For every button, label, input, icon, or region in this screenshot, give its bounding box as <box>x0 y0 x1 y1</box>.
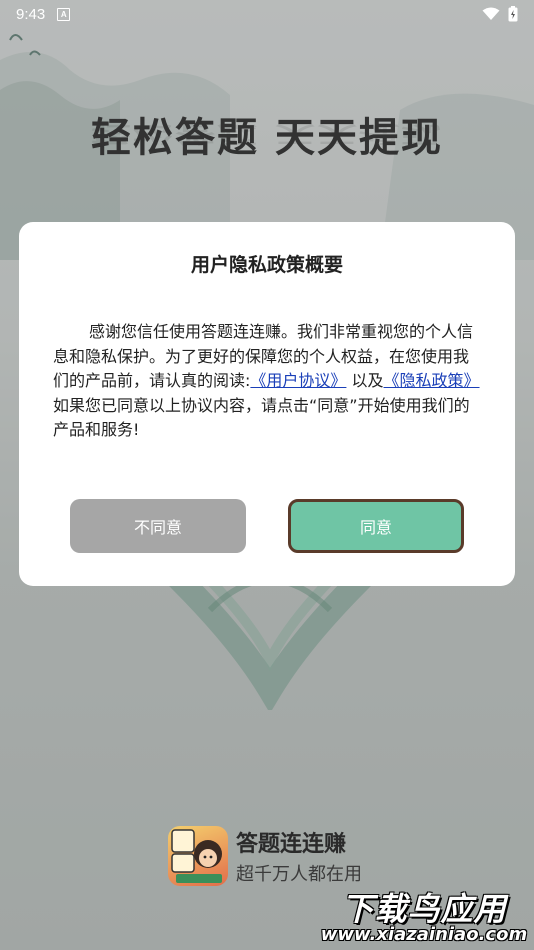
user-agreement-link[interactable]: 《用户协议》 <box>250 371 346 390</box>
notification-a-icon: A <box>57 7 71 21</box>
agree-button[interactable]: 同意 <box>288 499 464 553</box>
body-text-part3: 如果您已同意以上协议内容，请点击“同意”开始使用我们的产品和服务! <box>53 395 470 440</box>
disagree-button[interactable]: 不同意 <box>70 499 246 553</box>
app-branding: 答题连连赚 超千万人都在用 <box>168 826 362 886</box>
status-bar: 9:43 A <box>0 0 534 28</box>
privacy-policy-link[interactable]: 《隐私政策》 <box>384 371 480 390</box>
app-name: 答题连连赚 <box>236 832 347 857</box>
app-slogan: 超千万人都在用 <box>236 864 362 885</box>
status-icons <box>482 6 518 22</box>
dialog-body-text: 感谢您信任使用答题连连赚。我们非常重视您的个人信息和隐私保护。为了更好的保障您的… <box>53 320 483 443</box>
site-watermark: 下载鸟应用 www.xiazainiao.com <box>318 884 530 946</box>
body-text-part2: 以及 <box>346 371 384 390</box>
mascot-icon <box>171 829 222 883</box>
branding-text: 答题连连赚 超千万人都在用 <box>236 826 362 886</box>
battery-icon <box>508 6 518 22</box>
status-time: 9:43 <box>16 5 46 23</box>
dialog-title: 用户隐私政策概要 <box>190 254 343 276</box>
app-logo-icon <box>168 826 228 886</box>
privacy-policy-dialog: 用户隐私政策概要 感谢您信任使用答题连连赚。我们非常重视您的个人信息和隐私保护。… <box>19 222 515 586</box>
watermark-url: www.xiazainiao.com <box>320 924 528 945</box>
app-screen: 轻松答题 天天提现 轻松答题 天天提现 答题连连赚 超千万人都在用 9:43 A… <box>0 0 534 950</box>
wifi-icon <box>482 7 500 20</box>
